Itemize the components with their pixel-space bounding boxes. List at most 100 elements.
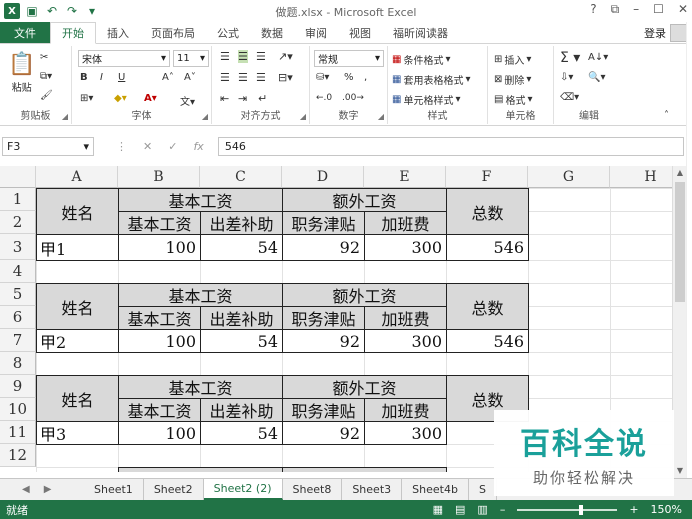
grow-font-icon[interactable]: A˄: [162, 72, 174, 83]
decrease-decimal-icon[interactable]: .00→: [342, 93, 364, 103]
cell-overtime[interactable]: 300: [364, 421, 447, 445]
align-center-icon[interactable]: ☰: [238, 71, 248, 84]
row-header-4[interactable]: 4: [0, 260, 36, 283]
row-header-2[interactable]: 2: [0, 211, 36, 234]
accounting-icon[interactable]: ⛁▾: [316, 72, 329, 83]
tab-insert[interactable]: 插入: [96, 22, 140, 43]
header-basic-wage[interactable]: 基本工资: [118, 467, 283, 472]
dialog-launcher-icon[interactable]: ◢: [378, 112, 384, 121]
column-header-f[interactable]: F: [446, 166, 528, 188]
customize-qat-icon[interactable]: ▾: [84, 3, 100, 19]
cut-button[interactable]: ✂: [40, 52, 48, 63]
column-header-e[interactable]: E: [364, 166, 446, 188]
fill-color-icon[interactable]: ◆▾: [114, 93, 127, 104]
header-basic-wage[interactable]: 基本工资: [118, 283, 283, 307]
subheader-overtime[interactable]: 加班费: [364, 211, 447, 235]
delete-cells-button[interactable]: ⊠ 删除 ▾: [494, 72, 531, 87]
sheet-tab-sheet2[interactable]: Sheet2: [144, 479, 204, 500]
cell-name[interactable]: 甲2: [36, 329, 119, 353]
subheader-travel[interactable]: 出差补助: [200, 211, 283, 235]
help-icon[interactable]: ?: [590, 2, 596, 17]
italic-button[interactable]: I: [100, 72, 103, 83]
column-header-b[interactable]: B: [118, 166, 200, 188]
wrap-text-icon[interactable]: ↵: [258, 92, 267, 105]
sheet-tab-sheet4b[interactable]: Sheet4b: [402, 479, 469, 500]
sheet-tab-sheet2-2[interactable]: Sheet2 (2): [203, 479, 283, 500]
next-sheet-icon[interactable]: ▶: [44, 484, 52, 495]
row-header-1[interactable]: 1: [0, 188, 36, 211]
header-total[interactable]: 总数: [446, 188, 529, 235]
subheader-allowance[interactable]: 职务津贴: [282, 211, 365, 235]
border-icon[interactable]: ⊞▾: [80, 93, 93, 104]
zoom-slider-knob[interactable]: [579, 504, 584, 515]
column-header-g[interactable]: G: [528, 166, 610, 188]
column-header-h[interactable]: H: [610, 166, 672, 188]
subheader-overtime[interactable]: 加班费: [364, 398, 447, 422]
header-basic-wage[interactable]: 基本工资: [118, 188, 283, 212]
tab-page-layout[interactable]: 页面布局: [140, 22, 206, 43]
cell-travel[interactable]: 54: [200, 421, 283, 445]
subheader-basic[interactable]: 基本工资: [118, 398, 201, 422]
header-extra-wage[interactable]: 额外工资: [282, 283, 447, 307]
page-break-view-icon[interactable]: ▥: [477, 503, 487, 516]
page-layout-view-icon[interactable]: ▤: [455, 503, 465, 516]
undo-icon[interactable]: ↶: [44, 3, 60, 19]
cell-travel[interactable]: 54: [200, 234, 283, 261]
row-header-8[interactable]: 8: [0, 352, 36, 375]
phonetic-icon[interactable]: 文▾: [180, 93, 195, 108]
formula-input[interactable]: 546: [217, 136, 684, 156]
cell-basic[interactable]: 100: [118, 421, 201, 445]
sort-filter-icon[interactable]: A↓▾: [588, 52, 608, 63]
copy-button[interactable]: ⧉▾: [40, 71, 52, 82]
column-header-a[interactable]: A: [36, 166, 118, 188]
subheader-basic[interactable]: 基本工资: [118, 306, 201, 330]
header-name[interactable]: 姓名: [36, 188, 119, 235]
ribbon-display-icon[interactable]: ⧉: [611, 2, 620, 17]
name-box[interactable]: F3 ▾: [2, 136, 94, 156]
login-link[interactable]: 登录: [644, 25, 666, 41]
find-select-icon[interactable]: 🔍▾: [588, 72, 605, 83]
cell-name[interactable]: 甲3: [36, 421, 119, 445]
conditional-format-button[interactable]: ▦ 条件格式 ▾: [392, 52, 450, 67]
cell-overtime[interactable]: 300: [364, 234, 447, 261]
row-header-5[interactable]: 5: [0, 283, 36, 306]
zoom-slider[interactable]: [517, 504, 618, 515]
login-area[interactable]: 登录: [644, 22, 692, 43]
dialog-launcher-icon[interactable]: ◢: [62, 112, 68, 121]
align-left-icon[interactable]: ☰: [220, 71, 230, 84]
format-as-table-button[interactable]: ▦ 套用表格格式 ▾: [392, 72, 470, 87]
column-header-c[interactable]: C: [200, 166, 282, 188]
align-top-icon[interactable]: ☰: [220, 50, 230, 63]
increase-decimal-icon[interactable]: ←.0: [316, 93, 332, 103]
autosum-icon[interactable]: Σ ▾: [560, 50, 580, 66]
sheet-tab-sheet3[interactable]: Sheet3: [342, 479, 403, 500]
insert-cells-button[interactable]: ⊞ 插入 ▾: [494, 52, 531, 67]
row-header-9[interactable]: 9: [0, 375, 36, 398]
font-size-select[interactable]: 11 ▾: [173, 50, 209, 67]
subheader-travel[interactable]: 出差补助: [200, 306, 283, 330]
orientation-icon[interactable]: ↗▾: [278, 50, 293, 63]
subheader-travel[interactable]: 出差补助: [200, 398, 283, 422]
font-name-select[interactable]: 宋体 ▾: [78, 50, 170, 67]
row-header-6[interactable]: 6: [0, 306, 36, 329]
subheader-overtime[interactable]: 加班费: [364, 306, 447, 330]
header-total[interactable]: 总数: [446, 283, 529, 330]
vertical-scrollbar[interactable]: ▲ ▼: [672, 166, 686, 478]
cancel-icon[interactable]: ✕: [143, 140, 152, 153]
minimize-icon[interactable]: –: [633, 2, 639, 17]
paste-button[interactable]: 📋 粘贴: [8, 52, 35, 94]
tab-formulas[interactable]: 公式: [206, 22, 250, 43]
tab-view[interactable]: 视图: [338, 22, 382, 43]
cell-allowance[interactable]: 92: [282, 329, 365, 353]
scroll-up-icon[interactable]: ▲: [673, 166, 687, 180]
sheet-tab-sheet1[interactable]: Sheet1: [84, 479, 144, 500]
cell-name[interactable]: 甲1: [36, 234, 119, 261]
sheet-tab-more[interactable]: S: [469, 479, 497, 500]
tab-home[interactable]: 开始: [50, 22, 96, 44]
scroll-down-icon[interactable]: ▼: [673, 464, 687, 478]
number-format-select[interactable]: 常规 ▾: [314, 50, 384, 67]
clear-icon[interactable]: ⌫▾: [560, 92, 579, 103]
percent-button[interactable]: %: [344, 72, 354, 83]
decrease-indent-icon[interactable]: ⇤: [220, 92, 229, 105]
select-all-corner[interactable]: [0, 166, 36, 188]
